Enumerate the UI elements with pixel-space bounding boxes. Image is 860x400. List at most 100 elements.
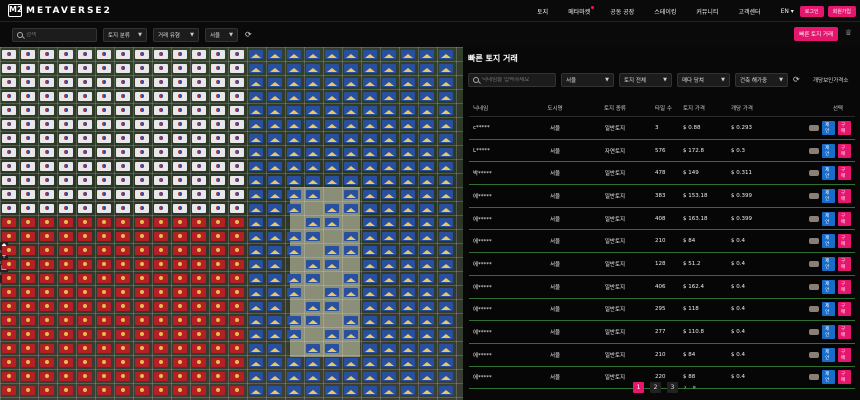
land-tile[interactable] — [2, 176, 16, 185]
land-tile[interactable] — [287, 120, 301, 129]
land-tile[interactable] — [78, 190, 92, 199]
land-tile[interactable] — [211, 260, 225, 269]
land-tile[interactable] — [249, 134, 263, 143]
land-tile[interactable] — [382, 92, 396, 101]
nav-item-support[interactable]: 고객센터 — [738, 7, 760, 16]
land-tile[interactable] — [59, 344, 73, 353]
land-tile[interactable] — [135, 64, 149, 73]
land-tile[interactable] — [78, 162, 92, 171]
land-tile[interactable] — [135, 372, 149, 381]
land-tile[interactable] — [2, 134, 16, 143]
land-tile[interactable] — [154, 316, 168, 325]
land-tile[interactable] — [173, 64, 187, 73]
land-tile[interactable] — [2, 120, 16, 129]
offer-button[interactable]: 제안 — [822, 347, 836, 362]
land-tile[interactable] — [154, 246, 168, 255]
buy-button[interactable]: 구매 — [838, 166, 851, 181]
land-tile[interactable] — [363, 316, 377, 325]
land-tile[interactable] — [40, 358, 54, 367]
land-tile[interactable] — [135, 204, 149, 213]
land-tile[interactable] — [401, 148, 415, 157]
land-tile[interactable] — [59, 162, 73, 171]
land-tile[interactable] — [135, 302, 149, 311]
land-tile[interactable] — [40, 218, 54, 227]
refresh-icon[interactable]: ⟳ — [245, 29, 257, 41]
land-tile[interactable] — [192, 78, 206, 87]
land-tile[interactable] — [78, 232, 92, 241]
land-tile[interactable] — [59, 246, 73, 255]
trade-type-dropdown-panel[interactable]: 매다 당쳐 ▼ — [677, 73, 730, 87]
land-tile[interactable] — [116, 218, 130, 227]
land-tile[interactable] — [401, 218, 415, 227]
land-tile[interactable] — [40, 330, 54, 339]
land-tile[interactable] — [173, 190, 187, 199]
land-tile[interactable] — [382, 176, 396, 185]
login-button[interactable]: 로그인 — [799, 5, 824, 17]
land-tile[interactable] — [2, 204, 16, 213]
land-tile[interactable] — [230, 64, 244, 73]
land-tile[interactable] — [21, 204, 35, 213]
land-tile[interactable] — [268, 246, 282, 255]
land-tile[interactable] — [59, 64, 73, 73]
land-category-dropdown[interactable]: 토지 분류 ▼ — [103, 27, 147, 42]
land-tile[interactable] — [21, 92, 35, 101]
land-tile[interactable] — [211, 344, 225, 353]
land-tile[interactable] — [135, 190, 149, 199]
land-tile[interactable] — [78, 330, 92, 339]
land-tile[interactable] — [420, 288, 434, 297]
land-tile[interactable] — [116, 260, 130, 269]
land-tile[interactable] — [40, 106, 54, 115]
land-tile[interactable] — [363, 232, 377, 241]
land-tile[interactable] — [363, 218, 377, 227]
offer-button[interactable]: 제안 — [822, 256, 836, 271]
land-tile[interactable] — [363, 344, 377, 353]
land-tile[interactable] — [154, 386, 168, 395]
land-tile[interactable] — [211, 176, 225, 185]
land-tile[interactable] — [268, 64, 282, 73]
land-tile[interactable] — [78, 120, 92, 129]
land-tile[interactable] — [59, 330, 73, 339]
land-tile[interactable] — [135, 232, 149, 241]
buy-button[interactable]: 구매 — [838, 302, 851, 317]
land-tile[interactable] — [363, 134, 377, 143]
land-tile[interactable] — [154, 302, 168, 311]
land-tile[interactable] — [306, 64, 320, 73]
land-tile[interactable] — [382, 232, 396, 241]
land-tile[interactable] — [59, 50, 73, 59]
land-tile[interactable] — [249, 120, 263, 129]
land-tile[interactable] — [268, 134, 282, 143]
land-tile[interactable] — [2, 386, 16, 395]
land-tile[interactable] — [420, 358, 434, 367]
land-tile[interactable] — [2, 78, 16, 87]
land-tile[interactable] — [116, 288, 130, 297]
land-tile[interactable] — [78, 106, 92, 115]
page-1[interactable]: 1 — [633, 382, 644, 393]
land-tile[interactable] — [211, 64, 225, 73]
land-tile[interactable] — [154, 92, 168, 101]
land-tile[interactable] — [420, 232, 434, 241]
land-tile[interactable] — [192, 106, 206, 115]
land-tile[interactable] — [211, 190, 225, 199]
land-tile[interactable] — [173, 274, 187, 283]
land-tile[interactable] — [154, 106, 168, 115]
land-tile[interactable] — [439, 204, 453, 213]
land-tile[interactable] — [382, 162, 396, 171]
land-tile[interactable] — [21, 120, 35, 129]
land-tile[interactable] — [363, 162, 377, 171]
land-tile[interactable] — [59, 176, 73, 185]
land-tile[interactable] — [59, 316, 73, 325]
land-tile[interactable] — [439, 344, 453, 353]
land-tile[interactable] — [97, 218, 111, 227]
land-tile[interactable] — [325, 50, 339, 59]
land-tile[interactable] — [401, 120, 415, 129]
land-tile[interactable] — [325, 176, 339, 185]
land-tile[interactable] — [230, 204, 244, 213]
land-tile[interactable] — [211, 316, 225, 325]
land-tile[interactable] — [21, 148, 35, 157]
land-tile[interactable] — [116, 162, 130, 171]
table-row[interactable]: 에***** 서울 일반토지 295 $ 118 $ 0.4 제안 구매 — [469, 298, 855, 322]
land-tile[interactable] — [2, 372, 16, 381]
land-tile[interactable] — [325, 162, 339, 171]
land-tile[interactable] — [325, 344, 339, 353]
land-tile[interactable] — [154, 120, 168, 129]
